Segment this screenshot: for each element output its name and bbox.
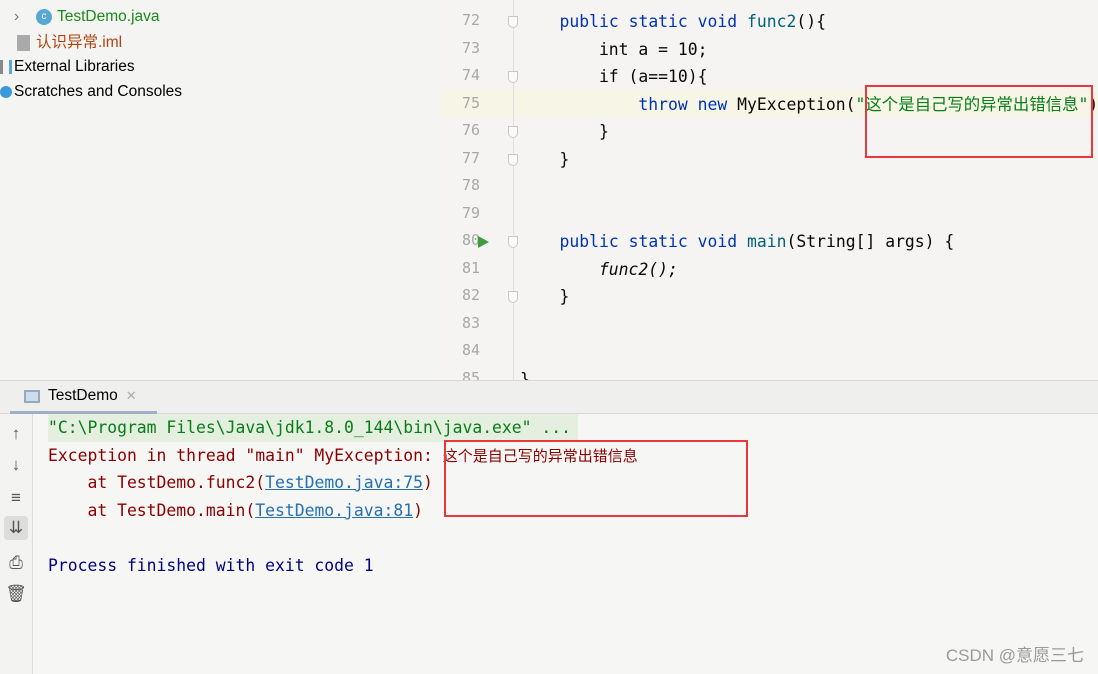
- fold-marker-icon[interactable]: [508, 16, 518, 28]
- annotation-box: [865, 85, 1093, 158]
- code-line: public static void main(String[] args) {: [559, 232, 955, 251]
- code-line: public static void func2(){: [559, 12, 826, 31]
- line-number: 75: [461, 93, 480, 112]
- code-line: func2();: [520, 259, 678, 279]
- fold-marker-icon[interactable]: [508, 236, 518, 248]
- fold-marker-icon[interactable]: [508, 153, 518, 166]
- command-line: "C:\Program Files\Java\jdk1.8.0_144\bin\…: [48, 414, 578, 442]
- fold-marker-icon[interactable]: [508, 291, 518, 303]
- process-finished-line: Process finished with exit code 1: [48, 556, 374, 575]
- line-number: 80: [461, 231, 480, 249]
- console-icon: [24, 389, 40, 403]
- gutter: 72 73 74 75 76 77 78 79 80 81 82 83 84 85: [440, 0, 518, 381]
- annotation-box: [444, 440, 748, 517]
- code-line: if (a==10){: [520, 67, 708, 86]
- console-toolbar: ↑ ↓ ≡ ⇊ ⎙ 🗑: [0, 414, 33, 674]
- tree-item-external-libraries[interactable]: External Libraries: [0, 55, 135, 79]
- chevron-right-icon[interactable]: ›: [14, 5, 36, 29]
- console-output[interactable]: "C:\Program Files\Java\jdk1.8.0_144\bin\…: [33, 414, 1098, 674]
- run-icon[interactable]: [478, 236, 489, 248]
- trash-icon[interactable]: 🗑: [4, 582, 28, 606]
- code-line: int a = 10;: [520, 39, 708, 59]
- line-number: 83: [461, 313, 480, 332]
- code-line: }: [520, 287, 570, 306]
- source-link[interactable]: TestDemo.java:81: [255, 501, 413, 520]
- fold-marker-icon[interactable]: [508, 71, 518, 83]
- line-number: 72: [461, 11, 480, 29]
- fold-marker-icon[interactable]: [508, 126, 518, 138]
- line-number: 78: [461, 176, 480, 194]
- line-number: 77: [461, 148, 480, 167]
- code-line: }: [520, 149, 570, 169]
- code-line: }: [520, 369, 530, 381]
- line-number: 85: [461, 368, 480, 381]
- tree-item-scratches[interactable]: Scratches and Consoles: [0, 80, 182, 104]
- iml-file-icon: [17, 35, 30, 51]
- arrow-down-icon[interactable]: ↓: [4, 453, 28, 477]
- line-number: 82: [461, 286, 480, 304]
- line-number: 74: [461, 66, 480, 84]
- scratches-icon: [0, 86, 12, 98]
- stack-trace-line: at TestDemo.main(TestDemo.java:81): [48, 501, 423, 520]
- code-editor[interactable]: 72 73 74 75 76 77 78 79 80 81 82 83 84 85 public stat…: [440, 0, 1098, 380]
- source-link[interactable]: TestDemo.java:75: [265, 473, 423, 492]
- java-class-icon: c: [36, 9, 52, 25]
- library-icon: [0, 60, 12, 74]
- watermark: CSDN @意愿三七: [945, 646, 1084, 665]
- line-number: 81: [461, 258, 480, 277]
- line-number: 84: [461, 341, 480, 359]
- arrow-up-icon[interactable]: ↑: [4, 422, 28, 446]
- tree-item-iml[interactable]: 认识异常.iml: [17, 31, 122, 55]
- soft-wrap-icon[interactable]: ≡: [4, 486, 28, 510]
- line-number: 73: [461, 38, 480, 57]
- print-icon[interactable]: ⎙: [4, 551, 28, 575]
- tree-item-testdemo[interactable]: › c TestDemo.java: [14, 5, 160, 29]
- line-number: 79: [461, 203, 480, 222]
- line-number: 76: [461, 121, 480, 139]
- tab-testdemo[interactable]: TestDemo ✕: [10, 381, 157, 414]
- stack-trace-line: at TestDemo.func2(TestDemo.java:75): [48, 473, 433, 492]
- code-line: }: [520, 122, 609, 141]
- project-tree: › c TestDemo.java 认识异常.iml External Libr…: [0, 0, 440, 380]
- scroll-to-end-icon[interactable]: ⇊: [4, 516, 28, 540]
- run-tabs: TestDemo ✕: [0, 380, 1098, 414]
- close-icon[interactable]: ✕: [126, 388, 137, 404]
